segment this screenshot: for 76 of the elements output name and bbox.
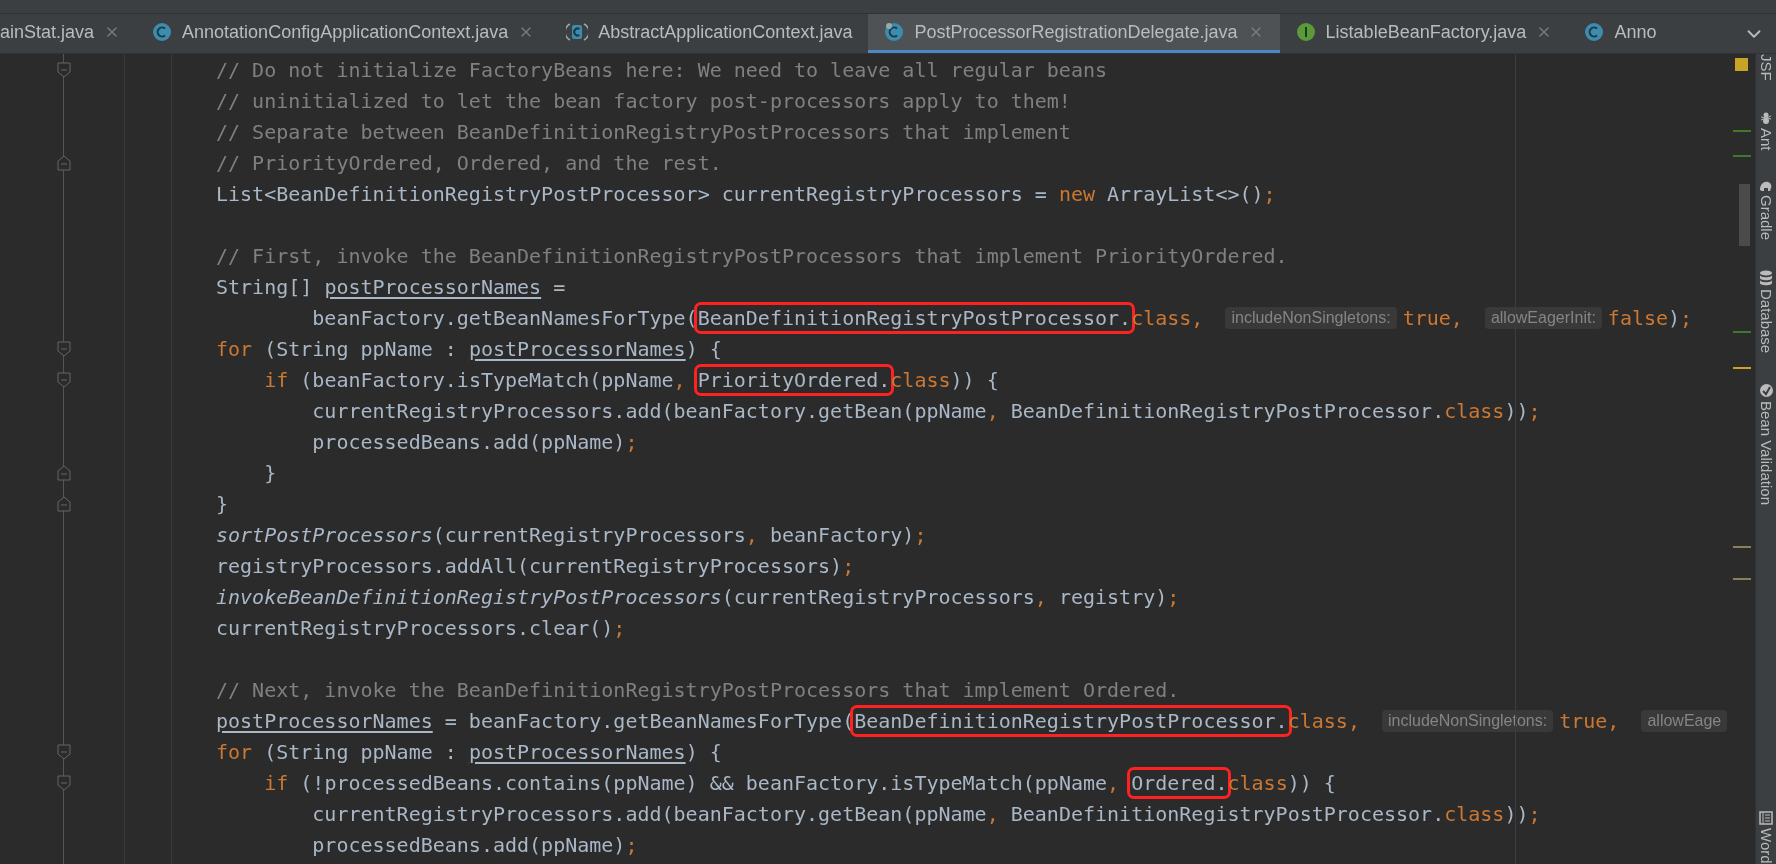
interface-icon (1295, 22, 1316, 42)
abstract-class-icon (566, 22, 589, 42)
code-line: } (263, 460, 277, 485)
code-token: , (1107, 770, 1121, 795)
code-line: for (String ppName : postProcessorNames) { (216, 739, 722, 764)
code-line: // Separate between BeanDefinitionRegistryPostProcessors that implement (216, 119, 1071, 144)
code-line: currentRegistryProcessors.add(beanFactory.getBean(ppName, BeanDefinitionRegistryPostProcessor.class)); (311, 398, 1541, 423)
code-token: true, (1559, 708, 1621, 733)
parameter-hint: allowEage (1641, 709, 1728, 732)
code-line: currentRegistryProcessors.clear(); (216, 615, 626, 640)
fold-marker-icon[interactable] (57, 496, 71, 512)
fold-marker-icon[interactable] (57, 775, 71, 791)
code-token: (beanFactory.isTypeMatch(ppName (299, 367, 674, 392)
class-icon (152, 22, 173, 42)
tool-window-button[interactable]: Gradle (1757, 195, 1775, 241)
code-line: currentRegistryProcessors.add(beanFactory.getBean(ppName, BeanDefinitionRegistryPostProcessor.class)); (311, 801, 1541, 826)
ant-icon (1759, 110, 1773, 125)
code-token: ) (1668, 305, 1681, 330)
change-marker[interactable] (1733, 578, 1751, 580)
code-line: invokeBeanDefinitionRegistryPostProcessors(currentRegistryProcessors, registry); (216, 584, 1180, 609)
fold-marker-icon[interactable] (57, 465, 71, 481)
editor-tab[interactable]: PostProcessorRegistrationDelegate.java (868, 14, 1280, 53)
code-line: // uninitialized to let the bean factory post-processors apply to them! (216, 88, 1071, 113)
scrollbar-thumb[interactable] (1739, 184, 1750, 246)
code-line: sortPostProcessors(currentRegistryProcessors, beanFactory); (216, 522, 927, 547)
parameter-hint: includeNonSingletons: (1225, 306, 1397, 329)
code-token: )) { (1287, 770, 1336, 795)
code-line: String[] postProcessorNames = (216, 274, 566, 299)
class-icon (1584, 22, 1605, 42)
editor-tab[interactable]: ainStat.java (0, 14, 137, 53)
code-token: ; (1680, 305, 1693, 330)
parameter-hint: includeNonSingletons: (1381, 709, 1554, 732)
code-line: processedBeans.add(ppName); (311, 429, 638, 454)
code-line: processedBeans.add(ppName); (311, 832, 638, 857)
editor-tab[interactable]: AbstractApplicationContext.java (550, 14, 869, 53)
code-token: beanFactory.getBeanNamesForType( (312, 305, 698, 330)
code-line: } (216, 491, 229, 516)
code-line: for (String ppName : postProcessorNames) { (216, 336, 722, 361)
code-token: , (673, 367, 687, 392)
code-token: false (1607, 305, 1669, 330)
change-marker[interactable] (1733, 331, 1751, 333)
fold-marker-icon[interactable] (57, 62, 71, 78)
fold-marker-icon[interactable] (57, 744, 71, 760)
code-token: )) { (950, 367, 999, 392)
code-line: // Next, invoke the BeanDefinitionRegistryPostProcessors that implement Ordered. (216, 677, 1180, 702)
tool-window-button[interactable]: Word (1757, 828, 1775, 864)
fold-marker-icon[interactable] (57, 372, 71, 388)
code-token: (!processedBeans.contains(ppName) && beanFactory.isTypeMatch(ppName (299, 770, 1108, 795)
fold-marker-icon[interactable] (57, 341, 71, 357)
warning-marker[interactable] (1735, 58, 1748, 71)
tool-window-button[interactable]: JSF (1757, 54, 1775, 81)
code-line: // Do not initialize FactoryBeans here: We need to leave all regular beans (216, 57, 1108, 82)
change-marker[interactable] (1733, 155, 1751, 157)
warning-marker[interactable] (1733, 367, 1751, 369)
class-icon (884, 22, 905, 42)
code-token: postProcessorNames (216, 708, 433, 733)
database-icon (1759, 270, 1773, 287)
code-line: // PriorityOrdered, Ordered, and the rest. (216, 150, 722, 175)
fold-marker-icon[interactable] (57, 155, 71, 171)
tool-window-button[interactable]: Ant (1757, 127, 1775, 151)
editor-tab[interactable]: ListableBeanFactory.java (1279, 14, 1569, 53)
code-line: registryProcessors.addAll(currentRegistryProcessors); (216, 553, 855, 578)
code-line: List<BeanDefinitionRegistryPostProcessor> currentRegistryProcessors = new ArrayList<>(); (216, 181, 1276, 206)
code-token: if (264, 770, 289, 795)
editor-tab[interactable]: Anno (1568, 14, 1673, 53)
tool-window-button[interactable]: Database (1757, 289, 1775, 354)
parameter-hint: allowEagerInit: (1484, 306, 1602, 329)
document-icon (1759, 811, 1773, 826)
change-marker[interactable] (1733, 130, 1751, 132)
code-token: true, (1402, 305, 1464, 330)
elephant-icon (1759, 180, 1773, 193)
code-token: if (264, 367, 289, 392)
change-marker[interactable] (1733, 546, 1751, 548)
tool-window-button[interactable]: Bean Validation (1757, 401, 1775, 506)
code-line: // First, invoke the BeanDefinitionRegistryPostProcessors that implement PriorityOrdered. (216, 243, 1288, 268)
editor-tab[interactable]: AnnotationConfigApplicationContext.java (136, 14, 551, 53)
